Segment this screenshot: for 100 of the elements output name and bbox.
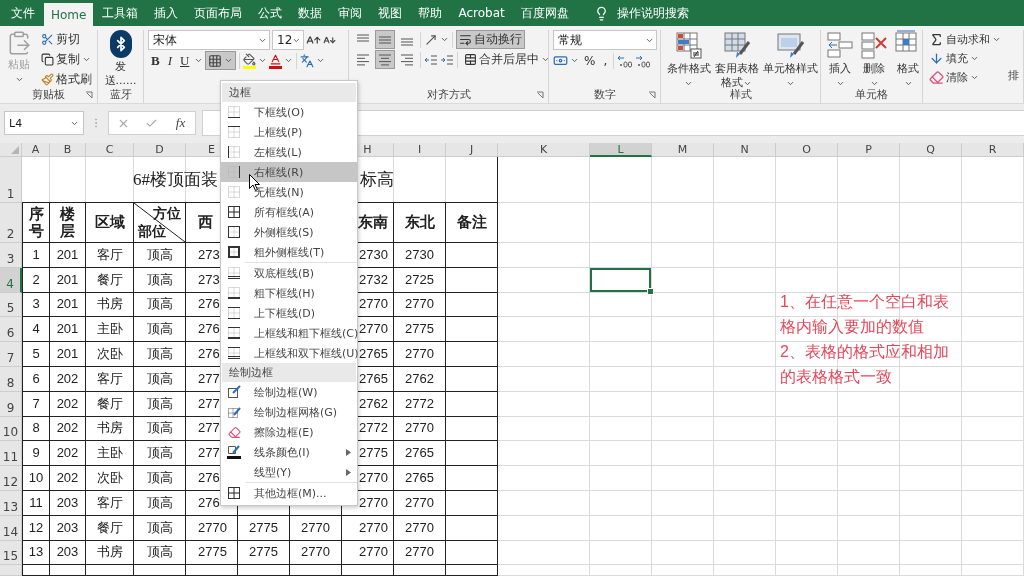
table-cell: 2775 — [238, 540, 290, 566]
table-cell: 5 — [22, 342, 50, 367]
style-button[interactable]: 条件格式 — [665, 30, 712, 90]
ribbon-tab[interactable]: 帮助 — [411, 0, 450, 26]
table-cell: 1 — [22, 243, 50, 268]
underline-button[interactable]: U — [177, 51, 193, 70]
row-header[interactable]: 8 — [0, 367, 22, 392]
ribbon-tab[interactable]: 插入 — [147, 0, 186, 26]
row-header[interactable]: 3 — [0, 243, 22, 268]
editing-button[interactable]: 自动求和 — [927, 30, 1003, 48]
table-cell: 2765 — [394, 466, 446, 491]
ribbon-tab[interactable]: 公式 — [251, 0, 290, 26]
menu-item[interactable]: 上框线(P) — [221, 122, 357, 142]
row-header[interactable]: 10 — [0, 416, 22, 442]
row-header[interactable]: 12 — [0, 466, 22, 491]
row-header[interactable]: 1 — [0, 157, 22, 203]
table-cell: 202 — [50, 416, 86, 442]
column-header[interactable]: R — [962, 143, 1024, 157]
font-size-field[interactable]: 12 — [272, 30, 304, 50]
row-header[interactable]: 11 — [0, 441, 22, 467]
style-button[interactable]: 套用表格格式 — [713, 30, 760, 90]
italic-button[interactable]: I — [164, 51, 175, 70]
wrap-text-button[interactable]: 自动换行 — [456, 30, 525, 49]
row-header[interactable]: 7 — [0, 342, 22, 367]
insert-function-button[interactable]: fx — [173, 115, 188, 131]
table-cell: 主卧 — [86, 317, 134, 343]
row-header[interactable]: 4 — [0, 267, 22, 293]
row-header[interactable]: 14 — [0, 515, 22, 541]
comma-button[interactable]: , — [600, 51, 611, 70]
column-header[interactable]: K — [498, 143, 590, 157]
table-cell: 7 — [22, 391, 50, 417]
table-cell: 9 — [22, 441, 50, 467]
cells-button[interactable]: 插入 — [825, 30, 855, 90]
table-cell: 12 — [22, 515, 50, 541]
font-name-field[interactable]: 宋体 — [148, 30, 270, 50]
table-cell: 2770 — [394, 342, 446, 367]
column-header[interactable]: P — [838, 143, 900, 157]
column-header[interactable]: Q — [900, 143, 962, 157]
table-cell: 顶高 — [134, 466, 186, 491]
bluetooth-send-button[interactable]: 发送...... — [104, 30, 137, 88]
cells-button[interactable]: 格式 — [893, 30, 922, 90]
percent-button[interactable]: % — [581, 51, 599, 70]
row-header[interactable]: 5 — [0, 292, 22, 318]
column-header[interactable]: N — [714, 143, 776, 157]
ribbon-tab[interactable]: Home — [44, 3, 94, 26]
table-cell: 2770 — [186, 515, 238, 541]
table-cell: 202 — [50, 441, 86, 467]
row-header[interactable]: 9 — [0, 391, 22, 417]
table-cell: 顶高 — [134, 391, 186, 417]
row-header[interactable]: 2 — [0, 203, 22, 243]
header-text: 方位 — [153, 205, 181, 223]
ribbon-tab[interactable]: 审阅 — [331, 0, 370, 26]
table-cell: 13 — [22, 540, 50, 566]
table-cell: 2 — [22, 267, 50, 293]
menu-item[interactable]: 右框线(R) — [221, 162, 357, 182]
table-cell: 顶高 — [134, 515, 186, 541]
ribbon-tab[interactable]: 数据 — [291, 0, 330, 26]
number-format-field[interactable]: 常规 — [553, 30, 657, 50]
ribbon-tab[interactable]: 工具箱 — [95, 0, 146, 26]
table-cell: 203 — [50, 515, 86, 541]
column-header[interactable]: L — [590, 143, 652, 157]
ribbon-tab[interactable]: Acrobat — [451, 0, 512, 26]
column-header[interactable]: A — [22, 143, 50, 157]
table-cell: 11 — [22, 490, 50, 516]
editing-button[interactable]: 填充 — [927, 49, 1003, 67]
column-header[interactable]: I — [394, 143, 446, 157]
column-header[interactable]: C — [86, 143, 134, 157]
table-cell: 3 — [22, 292, 50, 318]
table-cell: 顶高 — [134, 317, 186, 343]
table-cell: 4 — [22, 317, 50, 343]
row-header[interactable]: 13 — [0, 490, 22, 516]
column-header[interactable]: B — [50, 143, 86, 157]
cut-button[interactable]: 剪切 — [38, 30, 95, 49]
column-header[interactable]: J — [446, 143, 498, 157]
group-label: 对齐方式 — [426, 87, 471, 102]
sort-button[interactable]: 排 — [1008, 30, 1019, 83]
merge-center-button[interactable]: 合并后居中 — [461, 50, 548, 69]
copy-button[interactable]: 复制 — [38, 50, 95, 69]
group-label: 剪贴板 — [32, 87, 65, 102]
table-cell: 202 — [50, 367, 86, 392]
row-header[interactable]: 15 — [0, 540, 22, 566]
menu-item[interactable]: 下框线(O) — [221, 102, 357, 122]
column-header[interactable]: D — [134, 143, 186, 157]
ribbon-tab[interactable]: 页面布局 — [187, 0, 250, 26]
ribbon-tab[interactable]: 视图 — [371, 0, 410, 26]
style-button[interactable]: 单元格样式 — [761, 30, 819, 90]
note-text: 2、表格的格式应和相加的表格格式一致 — [780, 342, 950, 387]
group-label: 单元格 — [855, 87, 888, 102]
ribbon-tab[interactable]: 百度网盘 — [513, 0, 576, 26]
ribbon-tab[interactable]: 文件 — [4, 0, 42, 26]
editing-button[interactable]: 清除 — [927, 68, 1003, 86]
column-header[interactable]: O — [776, 143, 838, 157]
column-header[interactable]: M — [652, 143, 714, 157]
row-header[interactable]: 6 — [0, 317, 22, 343]
name-box[interactable]: L4 — [4, 111, 84, 135]
table-cell: 餐厅 — [86, 391, 134, 417]
format-painter-button[interactable]: 格式刷 — [38, 70, 95, 89]
bold-button[interactable]: B — [148, 51, 163, 70]
cells-button[interactable]: 删除 — [859, 30, 889, 90]
tell-me-search[interactable]: 操作说明搜索 — [587, 0, 695, 26]
